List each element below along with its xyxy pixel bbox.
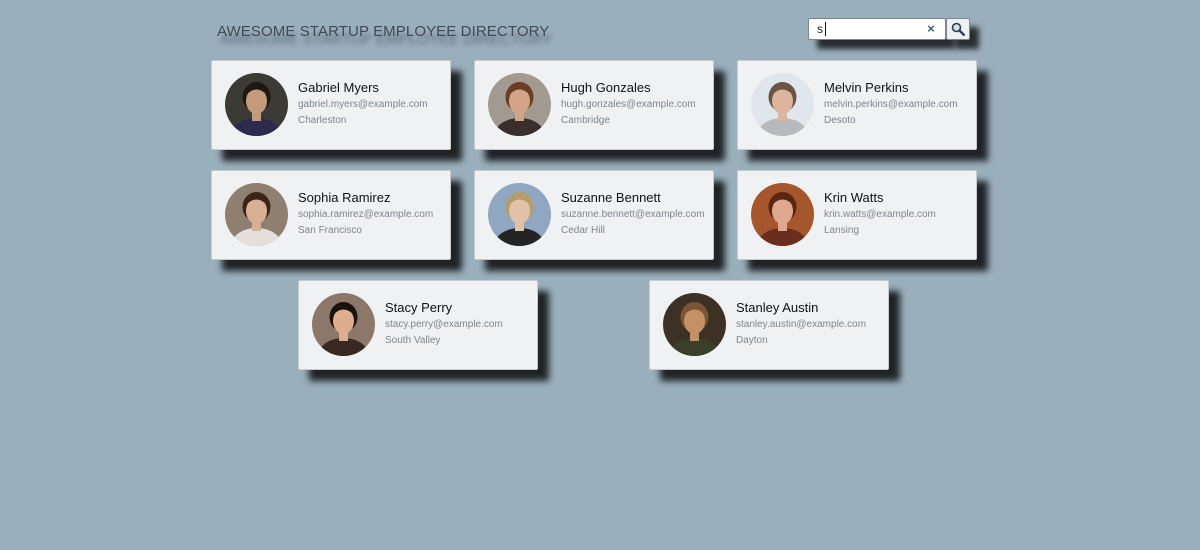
avatar <box>751 183 814 246</box>
employee-card[interactable]: Gabriel Myers gabriel.myers@example.com … <box>211 60 451 150</box>
text-caret <box>825 22 826 36</box>
magnifier-icon <box>951 22 965 36</box>
employee-name: Stacy Perry <box>385 300 453 315</box>
employee-email: gabriel.myers@example.com <box>298 99 428 110</box>
employee-name: Gabriel Myers <box>298 80 379 95</box>
directory-page: AWESOME STARTUP EMPLOYEE DIRECTORY × Gab… <box>0 0 1200 550</box>
avatar <box>312 293 375 356</box>
avatar <box>751 73 814 136</box>
portrait-image <box>751 183 814 246</box>
employee-card[interactable]: Sophia Ramirez sophia.ramirez@example.co… <box>211 170 451 260</box>
portrait-image <box>225 183 288 246</box>
employee-email: melvin.perkins@example.com <box>824 99 958 110</box>
employee-city: Dayton <box>736 335 768 346</box>
employee-name: Sophia Ramirez <box>298 190 391 205</box>
avatar <box>225 183 288 246</box>
employee-card[interactable]: Suzanne Bennett suzanne.bennett@example.… <box>474 170 714 260</box>
clear-search-icon[interactable]: × <box>923 21 939 37</box>
search-button[interactable] <box>946 18 970 40</box>
employee-card[interactable]: Stacy Perry stacy.perry@example.com Sout… <box>298 280 538 370</box>
employee-email: krin.watts@example.com <box>824 209 936 220</box>
employee-city: Lansing <box>824 225 860 236</box>
employee-city: Desoto <box>824 115 856 126</box>
search-bar: × <box>808 18 970 40</box>
avatar <box>488 183 551 246</box>
portrait-image <box>312 293 375 356</box>
employee-city: Charleston <box>298 115 347 126</box>
avatar <box>488 73 551 136</box>
employee-city: San Francisco <box>298 225 362 236</box>
employee-city: Cedar Hill <box>561 225 605 236</box>
employee-card[interactable]: Melvin Perkins melvin.perkins@example.co… <box>737 60 977 150</box>
employee-name: Krin Watts <box>824 190 884 205</box>
employee-name: Melvin Perkins <box>824 80 909 95</box>
employee-email: stacy.perry@example.com <box>385 319 503 330</box>
avatar <box>663 293 726 356</box>
portrait-image <box>488 183 551 246</box>
employee-email: suzanne.bennett@example.com <box>561 209 705 220</box>
employee-name: Stanley Austin <box>736 300 819 315</box>
employee-email: sophia.ramirez@example.com <box>298 209 434 220</box>
page-title: AWESOME STARTUP EMPLOYEE DIRECTORY <box>217 23 550 40</box>
employee-city: South Valley <box>385 335 441 346</box>
employee-email: stanley.austin@example.com <box>736 319 867 330</box>
employee-name: Suzanne Bennett <box>561 190 661 205</box>
portrait-image <box>488 73 551 136</box>
employee-email: hugh.gonzales@example.com <box>561 99 696 110</box>
employee-card[interactable]: Krin Watts krin.watts@example.com Lansin… <box>737 170 977 260</box>
employee-card[interactable]: Hugh Gonzales hugh.gonzales@example.com … <box>474 60 714 150</box>
search-box[interactable]: × <box>808 18 946 40</box>
avatar <box>225 73 288 136</box>
employee-city: Cambridge <box>561 115 610 126</box>
employee-card[interactable]: Stanley Austin stanley.austin@example.co… <box>649 280 889 370</box>
search-input[interactable] <box>817 21 921 37</box>
portrait-image <box>751 73 814 136</box>
employee-name: Hugh Gonzales <box>561 80 651 95</box>
portrait-image <box>225 73 288 136</box>
portrait-image <box>663 293 726 356</box>
